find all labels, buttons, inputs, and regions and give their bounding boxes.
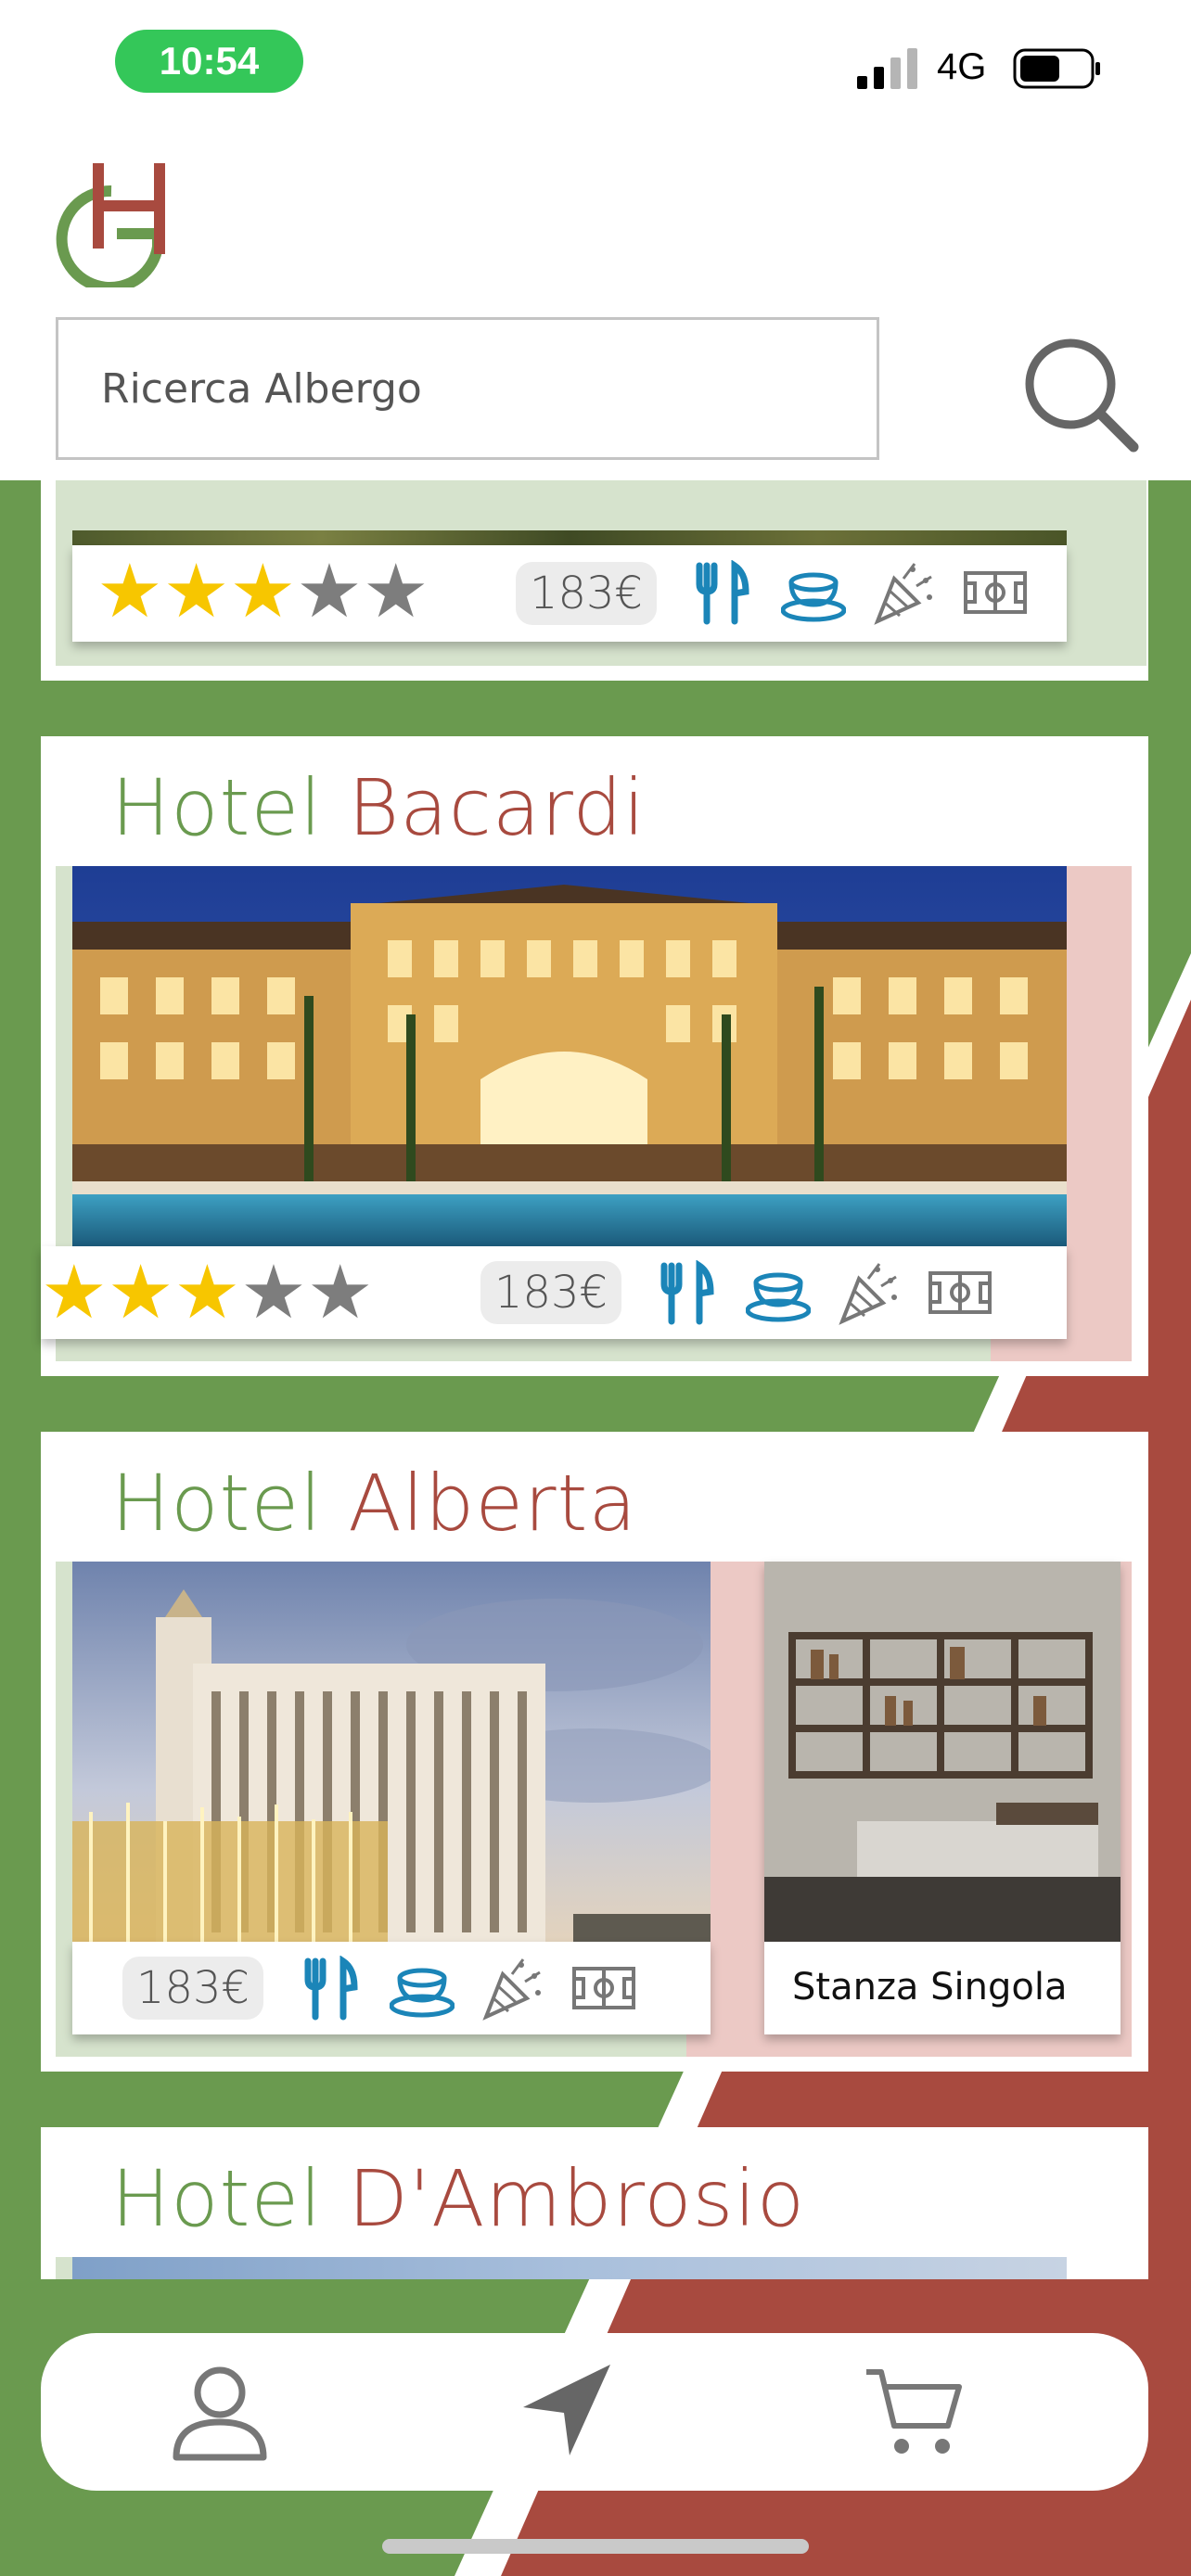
hotel-name-first: Hotel <box>111 762 323 853</box>
status-time: 10:54 <box>115 30 303 93</box>
hotel-photo[interactable] <box>72 1562 711 1942</box>
navigation-icon[interactable] <box>514 2361 616 2463</box>
star-icon: ★ <box>96 548 163 634</box>
party-icon[interactable] <box>837 1260 902 1325</box>
app-logo <box>56 163 165 287</box>
party-icon[interactable] <box>480 1956 545 2021</box>
star-icon: ★ <box>107 1249 174 1335</box>
hotel-info-bar: ★ ★ ★ ★ ★ 183€ <box>41 1246 1067 1339</box>
status-bar: 10:54 4G <box>0 0 1191 130</box>
hotel-card[interactable]: Hotel Bacardi ★ ★ ★ ★ ★ 183€ <box>41 736 1148 1376</box>
restaurant-icon[interactable] <box>655 1260 720 1325</box>
football-field-icon[interactable] <box>928 1260 992 1325</box>
football-field-icon[interactable] <box>963 560 1028 625</box>
battery-icon <box>1013 48 1100 89</box>
signal-icon <box>857 48 917 89</box>
hotel-name-second: Bacardi <box>348 762 647 853</box>
breakfast-icon[interactable] <box>781 560 846 625</box>
hotel-list[interactable]: ★ ★ ★ ★ ★ 183€ Hotel Bacardi ★ ★ ★ ★ ★ 1… <box>0 480 1191 2576</box>
restaurant-icon[interactable] <box>690 560 755 625</box>
hotel-name[interactable]: Hotel Bacardi <box>111 762 646 853</box>
bottom-navigation <box>41 2333 1148 2491</box>
star-icon: ★ <box>173 1249 241 1335</box>
star-icon: ★ <box>229 548 297 634</box>
star-icon: ★ <box>362 548 429 634</box>
breakfast-icon[interactable] <box>390 1956 455 2021</box>
hotel-photo[interactable] <box>72 2257 1067 2279</box>
room-label: Stanza Singola <box>792 1966 1068 2009</box>
rating-stars: ★ ★ ★ ★ ★ <box>41 1256 374 1330</box>
hotel-photo[interactable] <box>72 530 1067 545</box>
hotel-info-bar: ★ ★ ★ ★ ★ 183€ <box>72 545 1067 642</box>
network-type: 4G <box>937 46 987 87</box>
hotel-card[interactable]: Hotel Alberta 183€ Stanza Singola <box>41 1432 1148 2072</box>
hotel-card[interactable]: ★ ★ ★ ★ ★ 183€ <box>41 480 1148 681</box>
party-icon[interactable] <box>872 560 937 625</box>
price-badge[interactable]: 183€ <box>480 1261 621 1324</box>
user-icon[interactable] <box>169 2361 271 2463</box>
hotel-building-image <box>72 866 1067 1246</box>
hotel-name-first: Hotel <box>111 2153 323 2244</box>
cart-icon[interactable] <box>863 2361 965 2463</box>
room-photo <box>764 1562 1121 1942</box>
star-icon: ★ <box>296 548 363 634</box>
restaurant-icon[interactable] <box>299 1956 364 2021</box>
rating-stars: ★ ★ ★ ★ ★ <box>96 555 429 629</box>
hotel-name-second: D'Ambrosio <box>348 2153 806 2244</box>
price-badge[interactable]: 183€ <box>516 562 657 625</box>
hotel-name[interactable]: Hotel Alberta <box>111 1458 637 1549</box>
star-icon: ★ <box>162 548 230 634</box>
home-indicator <box>382 2539 809 2554</box>
hotel-building-image <box>72 1562 711 1942</box>
room-card[interactable]: Stanza Singola <box>764 1562 1121 2034</box>
price-badge[interactable]: 183€ <box>122 1957 263 2020</box>
breakfast-icon[interactable] <box>746 1260 811 1325</box>
star-icon: ★ <box>41 1249 108 1335</box>
football-field-icon[interactable] <box>571 1956 636 2021</box>
star-icon: ★ <box>306 1249 374 1335</box>
search-input[interactable] <box>56 317 879 460</box>
hotel-name-first: Hotel <box>111 1458 323 1549</box>
hotel-info-bar: 183€ <box>72 1942 711 2034</box>
hotel-name-second: Alberta <box>348 1458 637 1549</box>
search-icon[interactable] <box>1018 332 1141 454</box>
hotel-name[interactable]: Hotel D'Ambrosio <box>111 2153 805 2244</box>
hotel-card[interactable]: Hotel D'Ambrosio <box>41 2127 1148 2279</box>
hotel-photo[interactable] <box>72 866 1067 1246</box>
star-icon: ★ <box>240 1249 307 1335</box>
